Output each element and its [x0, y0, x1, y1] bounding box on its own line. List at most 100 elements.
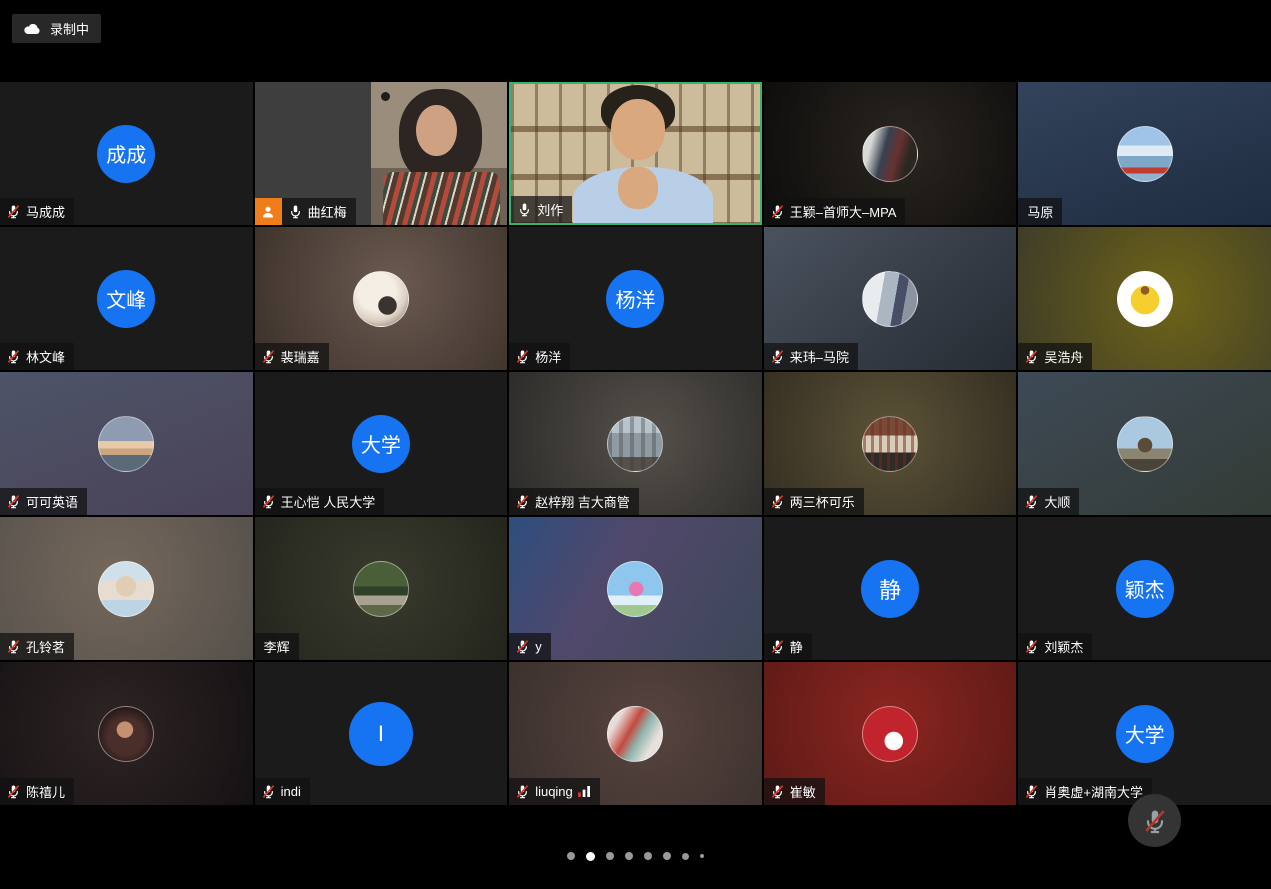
name-tag: 李辉 [255, 633, 299, 660]
participant-tile[interactable]: 大学 王心恺 人民大学 [255, 372, 508, 515]
avatar [98, 706, 154, 762]
name-tag: 来玮–马院 [764, 343, 858, 370]
participant-name: 马原 [1027, 202, 1053, 221]
participant-name: 大顺 [1044, 492, 1070, 511]
mic-muted-icon [770, 204, 785, 219]
participant-name: 杨洋 [535, 347, 561, 366]
participant-name: 马成成 [26, 202, 65, 221]
participant-grid: 成成 马成成 曲红梅 [0, 82, 1271, 805]
avatar [862, 706, 918, 762]
mic-muted-icon [6, 204, 21, 219]
name-tag: 静 [764, 633, 812, 660]
mute-button[interactable] [1128, 794, 1181, 847]
page-dot[interactable] [567, 852, 575, 860]
participant-tile[interactable]: 大学 肖奥虚+湖南大学 [1018, 662, 1271, 805]
page-dot[interactable] [644, 852, 652, 860]
name-tag: 林文峰 [0, 343, 74, 370]
mic-muted-icon [770, 784, 785, 799]
name-tag: y [509, 633, 551, 660]
avatar: 静 [861, 560, 919, 618]
name-tag: 孔铃茗 [0, 633, 74, 660]
participant-name: 裴瑞嘉 [281, 347, 320, 366]
avatar [607, 561, 663, 617]
mic-on-icon [517, 202, 532, 217]
participant-tile[interactable]: 文峰 林文峰 [0, 227, 253, 370]
participant-tile[interactable]: 赵梓翔 吉大商管 [509, 372, 762, 515]
name-tag: 肖奥虚+湖南大学 [1018, 778, 1152, 805]
mic-muted-icon [770, 349, 785, 364]
participant-tile[interactable]: 可可英语 [0, 372, 253, 515]
name-tag: liuqing [509, 778, 600, 805]
name-tag: 刘颖杰 [1018, 633, 1092, 660]
mic-muted-icon [261, 784, 276, 799]
avatar: 文峰 [97, 270, 155, 328]
mic-muted-icon [6, 639, 21, 654]
page-dot[interactable] [606, 852, 614, 860]
participant-name: 吴浩舟 [1044, 347, 1083, 366]
avatar [98, 561, 154, 617]
name-tag: 两三杯可乐 [764, 488, 864, 515]
avatar-initials: 大学 [361, 429, 401, 458]
participant-tile[interactable]: 马原 [1018, 82, 1271, 225]
participant-name: 孔铃茗 [26, 637, 65, 656]
participant-tile[interactable]: 成成 马成成 [0, 82, 253, 225]
participant-tile[interactable]: 两三杯可乐 [764, 372, 1017, 515]
avatar [862, 416, 918, 472]
avatar: 成成 [97, 125, 155, 183]
avatar [1117, 126, 1173, 182]
participant-name: 来玮–马院 [790, 347, 849, 366]
participant-tile[interactable]: 曲红梅 [255, 82, 508, 225]
participant-tile[interactable]: 崔敏 [764, 662, 1017, 805]
participant-name: 崔敏 [790, 782, 816, 801]
mic-muted-icon [770, 494, 785, 509]
mic-muted-icon [1024, 784, 1039, 799]
participant-tile-active-speaker[interactable]: 刘作 [509, 82, 762, 225]
avatar-initials: 文峰 [106, 284, 146, 313]
meeting-window: 录制中 成成 马成成 [0, 0, 1271, 889]
avatar-initials: 成成 [106, 139, 146, 168]
participant-name: 王颖–首师大–MPA [790, 202, 897, 221]
name-tag: 刘作 [511, 196, 572, 223]
pagination [0, 848, 1271, 864]
avatar: 大学 [352, 415, 410, 473]
participant-tile[interactable]: 王颖–首师大–MPA [764, 82, 1017, 225]
name-tag: 赵梓翔 吉大商管 [509, 488, 639, 515]
mic-muted-icon [1024, 349, 1039, 364]
participant-tile[interactable]: 大顺 [1018, 372, 1271, 515]
participant-name: 陈禧儿 [26, 782, 65, 801]
avatar [607, 416, 663, 472]
name-tag: 裴瑞嘉 [255, 343, 329, 370]
avatar: 大学 [1116, 705, 1174, 763]
participant-tile[interactable]: I indi [255, 662, 508, 805]
page-dot[interactable] [682, 853, 689, 860]
participant-tile[interactable]: 杨洋 杨洋 [509, 227, 762, 370]
mic-muted-icon [515, 349, 530, 364]
participant-tile[interactable]: 孔铃茗 [0, 517, 253, 660]
mic-muted-icon [6, 494, 21, 509]
page-dot-active[interactable] [586, 852, 595, 861]
participant-tile[interactable]: 颖杰 刘颖杰 [1018, 517, 1271, 660]
name-tag: 可可英语 [0, 488, 87, 515]
participant-tile[interactable]: 陈禧儿 [0, 662, 253, 805]
participant-name: indi [281, 784, 301, 799]
mic-muted-icon [1141, 807, 1169, 835]
page-dot[interactable] [625, 852, 633, 860]
participant-tile[interactable]: 吴浩舟 [1018, 227, 1271, 370]
participant-tile[interactable]: liuqing [509, 662, 762, 805]
page-dot[interactable] [663, 852, 671, 860]
page-dot[interactable] [700, 854, 704, 858]
participant-tile[interactable]: y [509, 517, 762, 660]
name-tag: 陈禧儿 [0, 778, 74, 805]
participant-name: 可可英语 [26, 492, 78, 511]
participant-tile[interactable]: 裴瑞嘉 [255, 227, 508, 370]
avatar [353, 561, 409, 617]
avatar-initials: 静 [879, 573, 901, 605]
mic-muted-icon [1024, 494, 1039, 509]
name-tag: 马成成 [0, 198, 74, 225]
participant-tile[interactable]: 静 静 [764, 517, 1017, 660]
participant-name: 静 [790, 637, 803, 656]
participant-tile[interactable]: 来玮–马院 [764, 227, 1017, 370]
participant-tile[interactable]: 李辉 [255, 517, 508, 660]
participant-name: 李辉 [264, 637, 290, 656]
name-tag: 王颖–首师大–MPA [764, 198, 906, 225]
